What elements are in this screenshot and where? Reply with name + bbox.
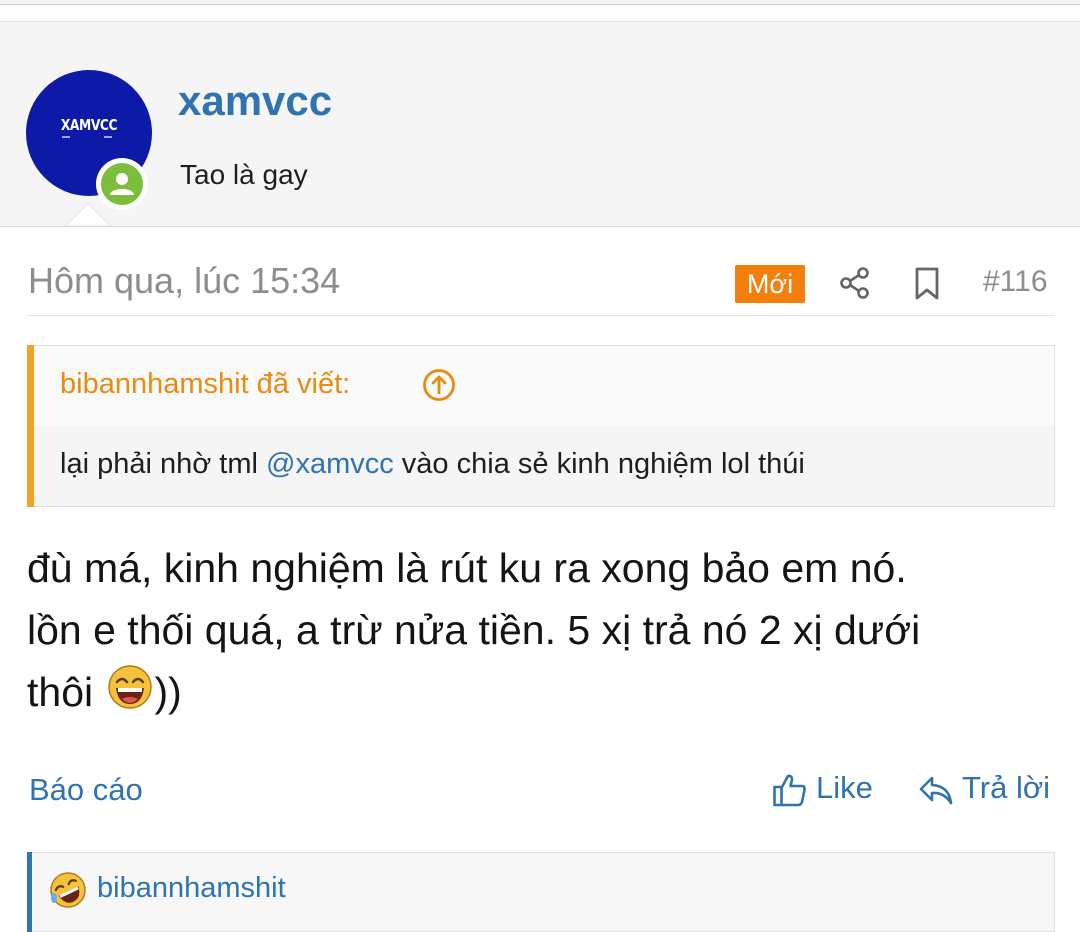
report-link[interactable]: Báo cáo <box>29 772 143 808</box>
arrow-up-circle-icon[interactable] <box>422 368 456 407</box>
post-body-line: lồn e thối quá, a trừ nửa tiền. 5 xị trả… <box>27 607 921 653</box>
bookmark-icon[interactable] <box>913 266 941 307</box>
reply-arrow-icon <box>919 776 953 805</box>
post-body-line: thôi )) <box>27 661 1067 727</box>
share-icon[interactable] <box>838 266 872 305</box>
reactions-accent-bar <box>27 852 32 932</box>
meta-divider <box>27 315 1055 316</box>
thumbs-up-icon <box>773 774 806 807</box>
post-number[interactable]: #116 <box>983 265 1048 299</box>
post-body-line: đù má, kinh nghiệm là rút ku ra xong bảo… <box>27 545 907 591</box>
post-body: đù má, kinh nghiệm là rút ku ra xong bảo… <box>27 537 1067 727</box>
mention-link[interactable]: @xamvcc <box>266 448 394 480</box>
rofl-emoji-icon <box>48 870 88 915</box>
post-timestamp[interactable]: Hôm qua, lúc 15:34 <box>28 260 340 302</box>
avatar-logo-text: XAMVCC <box>60 116 118 134</box>
laughing-emoji-icon <box>107 664 153 727</box>
top-gap <box>0 5 1080 21</box>
header-pointer <box>66 203 110 225</box>
user-title: Tao là gay <box>180 159 308 190</box>
quote-author[interactable]: bibannhamshit đã viết: <box>60 368 350 401</box>
quote-accent-bar <box>27 345 34 507</box>
post-user-header: XAMVCC xamvcc Tao là gay <box>0 21 1080 227</box>
quote-text: lại phải nhờ tml @xamvcc vào chia sẻ kin… <box>60 448 805 480</box>
reaction-user-link[interactable]: bibannhamshit <box>97 872 286 905</box>
username[interactable]: xamvcc <box>178 77 332 125</box>
new-badge: Mới <box>735 265 805 303</box>
avatar-logo-mark <box>62 136 122 140</box>
